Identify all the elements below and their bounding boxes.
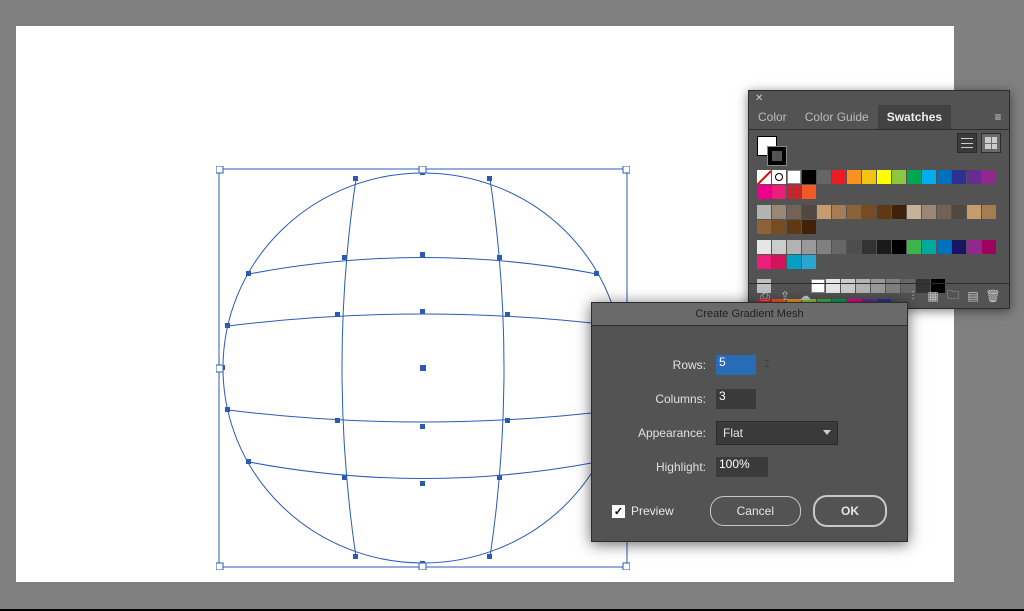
swatch[interactable] (862, 205, 876, 219)
swatch[interactable] (907, 205, 921, 219)
folder-icon[interactable]: 🗀 (943, 288, 963, 304)
swatch[interactable] (772, 220, 786, 234)
tab-color[interactable]: Color (749, 105, 796, 129)
swatch[interactable] (892, 205, 906, 219)
check-icon: ✓ (612, 505, 625, 518)
swatch[interactable] (772, 205, 786, 219)
swatch[interactable] (952, 170, 966, 184)
swatch[interactable] (982, 240, 996, 254)
swatch-row (757, 240, 1001, 269)
highlight-label: Highlight: (614, 460, 706, 474)
mesh-object[interactable] (216, 166, 630, 570)
swatch[interactable] (847, 205, 861, 219)
swatch[interactable] (967, 240, 981, 254)
swatch-row (757, 205, 1001, 234)
swatch[interactable] (922, 205, 936, 219)
swatch[interactable] (757, 220, 771, 234)
swatch[interactable] (952, 205, 966, 219)
swatch[interactable] (817, 170, 831, 184)
list-view-button[interactable] (957, 133, 977, 153)
cancel-button[interactable]: Cancel (710, 496, 801, 526)
swatch[interactable] (757, 240, 771, 254)
swatch[interactable] (892, 240, 906, 254)
fill-stroke-indicator[interactable] (757, 136, 785, 164)
swatch[interactable] (982, 205, 996, 219)
appearance-label: Appearance: (614, 426, 706, 440)
swatch[interactable] (757, 205, 771, 219)
swatch[interactable] (772, 185, 786, 199)
color-group-icon[interactable]: ▦ (923, 288, 943, 304)
preview-label: Preview (631, 504, 674, 518)
appearance-select[interactable]: Flat (716, 421, 838, 445)
swatch[interactable] (832, 205, 846, 219)
panel-tabs: Color Color Guide Swatches ≡ (749, 105, 1009, 130)
dialog-title: Create Gradient Mesh (592, 303, 907, 326)
swatch[interactable] (802, 240, 816, 254)
swatch[interactable] (892, 170, 906, 184)
tab-swatches[interactable]: Swatches (878, 105, 951, 129)
rows-label: Rows: (614, 358, 706, 372)
swatch[interactable] (967, 205, 981, 219)
swatch[interactable] (817, 205, 831, 219)
swatch[interactable] (787, 185, 801, 199)
swatch[interactable] (937, 170, 951, 184)
swatch[interactable] (802, 220, 816, 234)
swatch[interactable] (877, 205, 891, 219)
trash-icon[interactable]: 🗑 (983, 288, 1003, 304)
rows-input[interactable]: 5 (716, 355, 756, 375)
swatch[interactable] (757, 185, 771, 199)
swatch[interactable] (862, 240, 876, 254)
swatch[interactable] (787, 170, 801, 184)
swatch[interactable] (877, 170, 891, 184)
swatch[interactable] (922, 170, 936, 184)
columns-label: Columns: (614, 392, 706, 406)
swatch[interactable] (877, 240, 891, 254)
swatch[interactable] (772, 255, 786, 269)
swatch[interactable] (802, 185, 816, 199)
swatch[interactable] (922, 240, 936, 254)
swatch[interactable] (907, 170, 921, 184)
highlight-input[interactable]: 100% (716, 457, 768, 477)
swatches-panel[interactable]: ✕ Color Color Guide Swatches ≡ ⎙ ⇪ (748, 90, 1010, 309)
swatch[interactable] (982, 170, 996, 184)
swatch[interactable] (967, 170, 981, 184)
app-frame: ✕ Color Color Guide Swatches ≡ ⎙ ⇪ (0, 0, 1024, 611)
ok-button[interactable]: OK (813, 495, 887, 527)
swatch[interactable] (817, 240, 831, 254)
swatch[interactable] (772, 240, 786, 254)
swatch[interactable] (907, 240, 921, 254)
swatch[interactable] (862, 170, 876, 184)
swatch[interactable] (937, 205, 951, 219)
swatch[interactable] (772, 170, 786, 184)
close-icon[interactable]: ✕ (755, 93, 763, 104)
swatch[interactable] (787, 255, 801, 269)
swatch[interactable] (847, 170, 861, 184)
swatch[interactable] (802, 255, 816, 269)
swatch[interactable] (937, 240, 951, 254)
new-swatch-icon[interactable]: ▤ (963, 288, 983, 304)
swatch[interactable] (787, 240, 801, 254)
preview-checkbox[interactable]: ✓ Preview (612, 504, 674, 518)
swatch[interactable] (832, 170, 846, 184)
swatch[interactable] (787, 205, 801, 219)
swatch[interactable] (847, 240, 861, 254)
swatch[interactable] (787, 220, 801, 234)
swatch[interactable] (952, 240, 966, 254)
swatch[interactable] (832, 240, 846, 254)
create-gradient-mesh-dialog[interactable]: Create Gradient Mesh Rows: 5 ⌶ Columns: … (591, 302, 908, 542)
swatch-row (757, 170, 1001, 199)
swatch[interactable] (802, 170, 816, 184)
swatch[interactable] (757, 255, 771, 269)
swatch[interactable] (802, 205, 816, 219)
swatch[interactable] (757, 170, 771, 184)
grid-view-button[interactable] (981, 133, 1001, 153)
tab-color-guide[interactable]: Color Guide (796, 105, 878, 129)
columns-input[interactable]: 3 (716, 389, 756, 409)
panel-menu-icon[interactable]: ≡ (987, 105, 1009, 129)
text-cursor-icon: ⌶ (764, 359, 770, 370)
